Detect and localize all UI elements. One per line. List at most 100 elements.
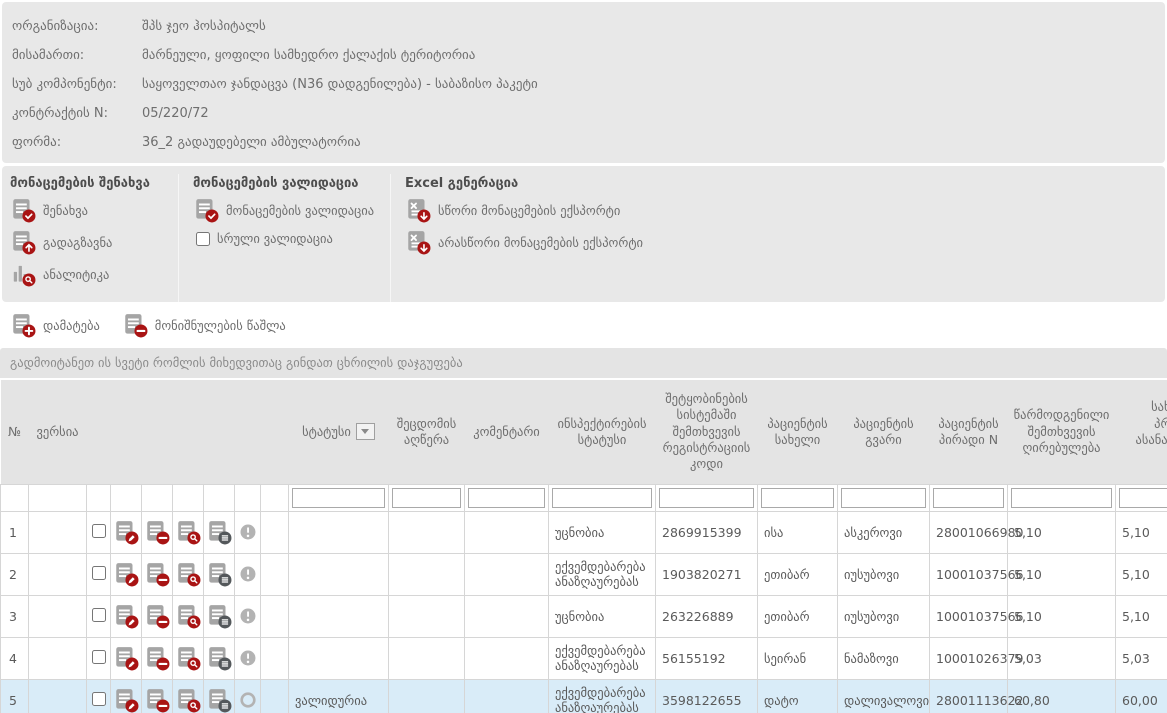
col-header-status[interactable]: სტატუსი	[289, 380, 389, 484]
first-name-cell: დატო	[758, 679, 838, 713]
comment-filter-input[interactable]	[468, 488, 545, 508]
inspection-status-filter-input[interactable]	[552, 488, 652, 508]
row-view-button[interactable]	[175, 519, 201, 545]
registration-code-cell: 1903820271	[656, 553, 758, 595]
edit-icon	[113, 608, 139, 623]
error-desc-cell	[389, 637, 465, 679]
full-validation-row: სრული ვალიდაცია	[196, 231, 380, 246]
page: ორგანიზაცია: შპს ჯეო ჰოსპიტალს მისამართი…	[0, 2, 1167, 713]
comment-cell	[465, 553, 549, 595]
grid-header-row: № ვერსია სტატუსი შეცდომის	[1, 380, 1167, 484]
remove-icon	[144, 566, 170, 581]
row-edit-button[interactable]	[113, 519, 139, 545]
row-details-button[interactable]	[206, 561, 232, 587]
col-header-registration-code[interactable]: შეტყობინების სისტემაში შემთხვევის რეგისტ…	[656, 380, 758, 484]
details-icon	[206, 692, 232, 707]
col-header-spacer	[261, 380, 289, 484]
row-delete-button[interactable]	[144, 687, 170, 713]
col-header-inspection-status[interactable]: ინსპექტირების სტატუსი	[549, 380, 656, 484]
remove-icon	[144, 608, 170, 623]
case-cost-filter-input[interactable]	[1011, 488, 1112, 508]
error-desc-filter-input[interactable]	[392, 488, 461, 508]
export-invalid-button[interactable]: არასწორი მონაცემების ექსპორტი	[405, 229, 643, 255]
row-view-button[interactable]	[175, 603, 201, 629]
first-name-filter-input[interactable]	[761, 488, 834, 508]
validate-button[interactable]: მონაცემების ვალიდაცია	[193, 197, 374, 223]
row-view-button[interactable]	[175, 687, 201, 713]
col-header-num[interactable]: №	[1, 380, 29, 484]
col-header-personal-n[interactable]: პაციენტის პირადი N	[930, 380, 1008, 484]
row-delete-button[interactable]	[144, 519, 170, 545]
view-icon	[175, 524, 201, 539]
row-details-button[interactable]	[206, 687, 232, 713]
col-header-state-amount[interactable]: სახელმწიფო პროგრამით ასანაზღაურებელი თან…	[1116, 380, 1167, 484]
row-edit-button[interactable]	[113, 645, 139, 671]
row-edit-button[interactable]	[113, 603, 139, 629]
send-button-label: გადაგზავნა	[43, 235, 112, 250]
send-button[interactable]: გადაგზავნა	[10, 229, 112, 255]
excel-export-icon	[405, 229, 431, 255]
col-header-version[interactable]: ვერსია	[29, 380, 87, 484]
status-cell	[289, 553, 389, 595]
case-cost-cell: 5,10	[1008, 553, 1116, 595]
status-filter-input[interactable]	[292, 488, 385, 508]
row-delete-button[interactable]	[144, 645, 170, 671]
row-view-button[interactable]	[175, 561, 201, 587]
row-select-checkbox[interactable]	[92, 524, 106, 538]
organization-label: ორგანიზაცია:	[12, 12, 142, 41]
case-cost-cell: 5,10	[1008, 511, 1116, 553]
row-details-button[interactable]	[206, 645, 232, 671]
first-name-cell: ეთიბარ	[758, 553, 838, 595]
group-by-hint[interactable]: გადმოიტანეთ ის სვეტი რომლის მიხედვითაც გ…	[0, 348, 1167, 378]
export-valid-button[interactable]: სწორი მონაცემების ექსპორტი	[405, 197, 620, 223]
details-icon	[206, 650, 232, 665]
save-button[interactable]: შენახვა	[10, 197, 88, 223]
row-number: 2	[1, 553, 29, 595]
edit-icon	[113, 524, 139, 539]
last-name-filter-input[interactable]	[841, 488, 926, 508]
col-header-last-name[interactable]: პაციენტის გვარი	[838, 380, 930, 484]
info-row-form: ფორმა: 36_2 გადაუდებელი ამბულატორია	[12, 128, 1155, 157]
row-delete-button[interactable]	[144, 561, 170, 587]
row-select-checkbox[interactable]	[92, 692, 106, 706]
registration-code-cell: 263226889	[656, 595, 758, 637]
add-row-button[interactable]: დამატება	[10, 312, 100, 338]
col-header-view	[173, 380, 204, 484]
row-details-button[interactable]	[206, 603, 232, 629]
view-icon	[175, 650, 201, 665]
row-number: 4	[1, 637, 29, 679]
contract-value: 05/220/72	[142, 99, 209, 128]
registration-code-cell: 2869915399	[656, 511, 758, 553]
state-amount-filter-input[interactable]	[1119, 488, 1167, 508]
col-header-case-cost[interactable]: წარმოდგენილი შემთხვევის ღირებულება	[1008, 380, 1116, 484]
registration-code-filter-input[interactable]	[659, 488, 754, 508]
contract-label: კონტრაქტის N:	[12, 99, 142, 128]
full-validation-checkbox[interactable]	[196, 232, 210, 246]
row-details-button[interactable]	[206, 519, 232, 545]
col-header-first-name[interactable]: პაციენტის სახელი	[758, 380, 838, 484]
row-select-checkbox[interactable]	[92, 608, 106, 622]
state-amount-cell: 60,00	[1116, 679, 1167, 713]
error-desc-cell	[389, 595, 465, 637]
col-header-error-desc[interactable]: შეცდომის აღწერა	[389, 380, 465, 484]
personal-n-filter-input[interactable]	[933, 488, 1004, 508]
status-filter-dropdown[interactable]	[356, 423, 375, 440]
analytics-icon	[10, 261, 36, 287]
inspection-status-cell: უცნობია	[549, 511, 656, 553]
row-select-checkbox[interactable]	[92, 566, 106, 580]
delete-icon	[122, 312, 148, 338]
analytics-button[interactable]: ანალიტიკა	[10, 261, 109, 287]
export-invalid-label: არასწორი მონაცემების ექსპორტი	[438, 235, 643, 250]
send-icon	[10, 229, 36, 255]
row-edit-button[interactable]	[113, 561, 139, 587]
row-delete-button[interactable]	[144, 603, 170, 629]
first-name-cell: ისა	[758, 511, 838, 553]
inspection-status-cell: უცნობია	[549, 595, 656, 637]
row-select-checkbox[interactable]	[92, 650, 106, 664]
col-header-comment[interactable]: კომენტარი	[465, 380, 549, 484]
personal-n-cell: 28001113622	[930, 679, 1008, 713]
delete-selected-button[interactable]: მონიშნულების წაშლა	[122, 312, 286, 338]
row-view-button[interactable]	[175, 645, 201, 671]
analytics-button-label: ანალიტიკა	[43, 267, 109, 282]
row-edit-button[interactable]	[113, 687, 139, 713]
